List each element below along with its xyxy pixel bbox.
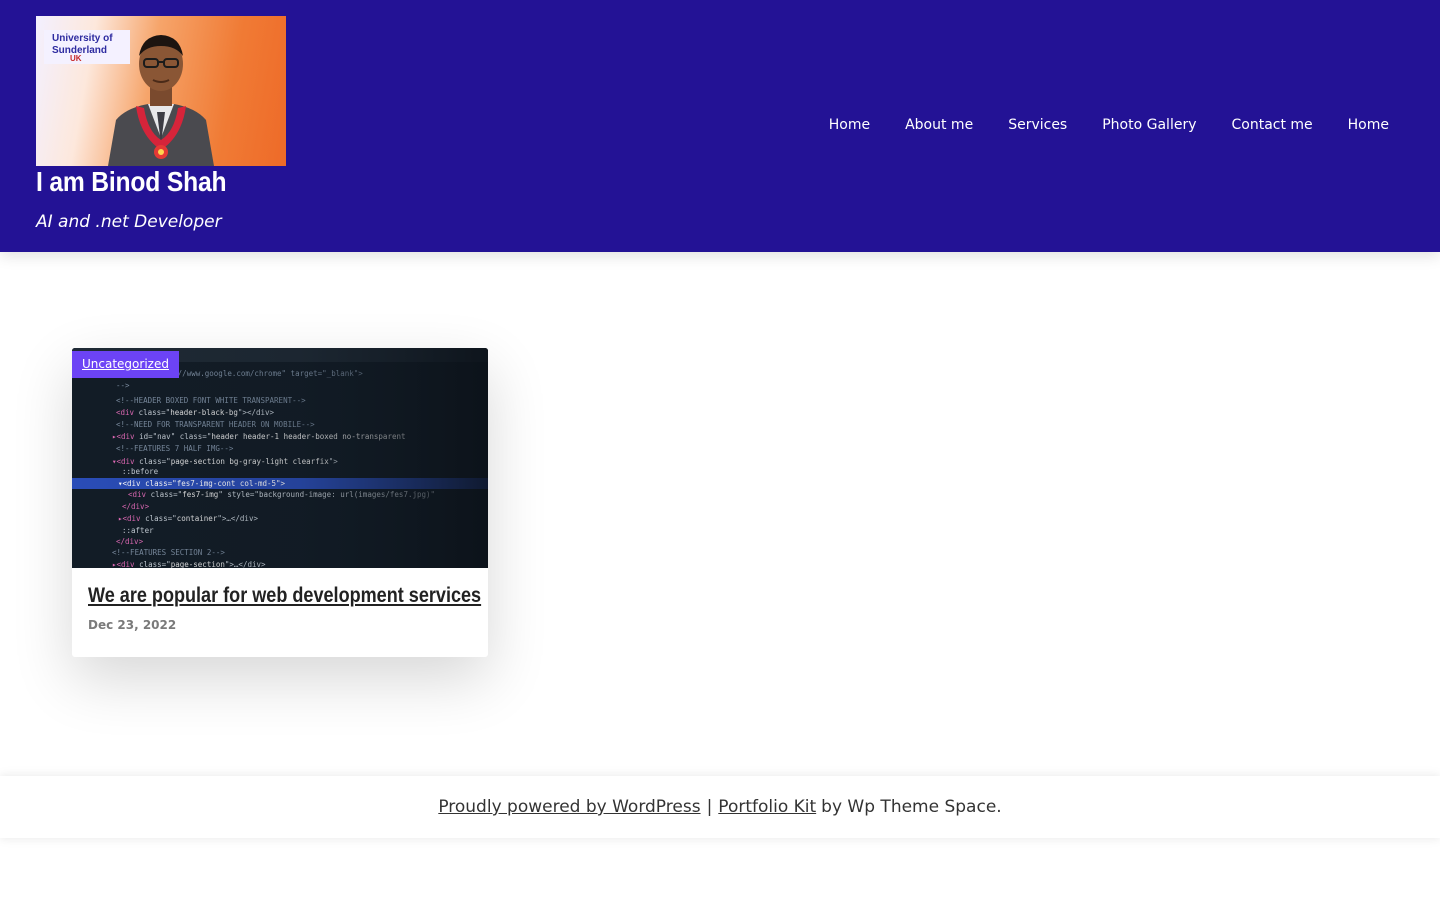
nav-item-home[interactable]: Home <box>829 113 870 137</box>
post-card: - - - http://www.google.com/chrome" targ… <box>72 348 488 657</box>
code-screenshot-image: - - - http://www.google.com/chrome" targ… <box>72 348 488 568</box>
post-thumbnail[interactable]: - - - http://www.google.com/chrome" targ… <box>72 348 488 568</box>
footer-separator: | <box>706 797 713 817</box>
site-tagline: AI and .net Developer <box>36 212 222 232</box>
footer-credit-text: by Wp Theme Space. <box>821 797 1002 817</box>
site-logo[interactable]: University of Sunderland UK <box>36 16 286 166</box>
post-title[interactable]: We are popular for web development servi… <box>88 581 481 611</box>
site-header: University of Sunderland UK I am Binod S… <box>0 0 1440 252</box>
nav-item-about-me[interactable]: About me <box>905 113 973 137</box>
nav-item-photo-gallery[interactable]: Photo Gallery <box>1102 113 1196 137</box>
logo-photo: University of Sunderland UK <box>44 30 214 166</box>
category-badge[interactable]: Uncategorized <box>72 351 179 378</box>
site-footer: Proudly powered by WordPress | Portfolio… <box>0 776 1440 838</box>
theme-link[interactable]: Portfolio Kit <box>718 797 816 817</box>
site-title[interactable]: I am Binod Shah <box>36 164 227 200</box>
nav-item-services[interactable]: Services <box>1008 113 1067 137</box>
post-date: Dec 23, 2022 <box>88 618 177 632</box>
logo-banner-line3: UK <box>70 54 82 63</box>
nav-item-contact-me[interactable]: Contact me <box>1231 113 1312 137</box>
powered-by-wordpress-link[interactable]: Proudly powered by WordPress <box>438 797 700 817</box>
nav-item-home-2[interactable]: Home <box>1348 113 1389 137</box>
main-navigation: Home About me Services Photo Gallery Con… <box>829 113 1389 137</box>
logo-banner-line1: University of <box>52 33 113 44</box>
